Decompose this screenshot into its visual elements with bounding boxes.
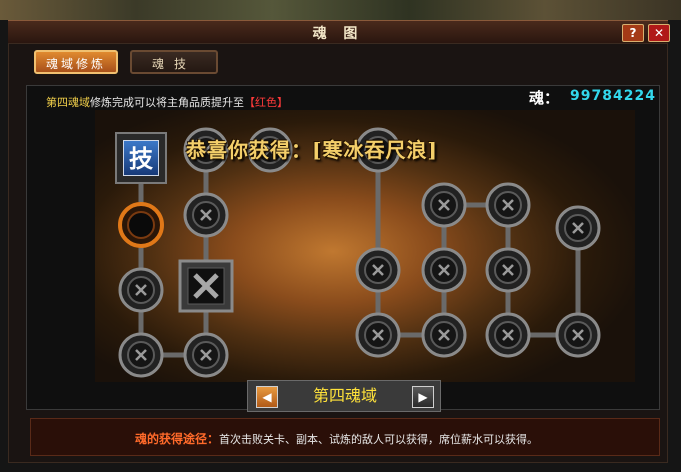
special-node[interactable] <box>178 259 234 313</box>
soul-node[interactable] <box>355 312 401 358</box>
next-realm-button[interactable]: ▶ <box>412 386 434 408</box>
acquire-text: 首次击败关卡、副本、试炼的敌人可以获得，席位薪水可以获得。 <box>219 433 539 446</box>
soul-node[interactable] <box>485 247 531 293</box>
active-soul-node[interactable] <box>118 202 164 248</box>
arrow-left-icon: ◀ <box>262 390 272 404</box>
soul-node[interactable] <box>485 182 531 228</box>
soul-node[interactable] <box>183 332 229 378</box>
soul-node[interactable] <box>183 192 229 238</box>
soul-node[interactable] <box>355 247 401 293</box>
soul-node[interactable] <box>555 205 601 251</box>
acquire-info-bar: 魂的获得途径：首次击败关卡、副本、试炼的敌人可以获得，席位薪水可以获得。 <box>30 418 660 456</box>
soul-node[interactable] <box>555 312 601 358</box>
soul-node[interactable] <box>485 312 531 358</box>
acquire-info-line: 魂的获得途径：首次击败关卡、副本、试炼的敌人可以获得，席位薪水可以获得。 <box>135 430 538 447</box>
soul-node[interactable] <box>421 247 467 293</box>
soul-node[interactable] <box>118 267 164 313</box>
soul-node[interactable] <box>421 312 467 358</box>
soul-map-window: 魂 图 ? ✕ 魂域修炼 魂技 第四魂域修炼完成可以将主角品质提升至【红色】 魂… <box>0 0 681 472</box>
soul-node[interactable] <box>118 332 164 378</box>
congrats-message: 恭喜你获得：[寒冰吞尺浪] <box>186 138 438 162</box>
current-realm-label: 第四魂域 <box>312 386 377 405</box>
prev-realm-button[interactable]: ◀ <box>256 386 278 408</box>
realm-pager: ◀ 第四魂域 ▶ <box>247 380 441 412</box>
node-core <box>127 211 155 239</box>
skill-scroll-icon: 技 <box>123 140 159 176</box>
skill-icon-frame[interactable]: 技 <box>115 132 167 184</box>
acquire-label: 魂的获得途径： <box>135 432 220 446</box>
soul-node[interactable] <box>421 182 467 228</box>
arrow-right-icon: ▶ <box>418 390 428 404</box>
